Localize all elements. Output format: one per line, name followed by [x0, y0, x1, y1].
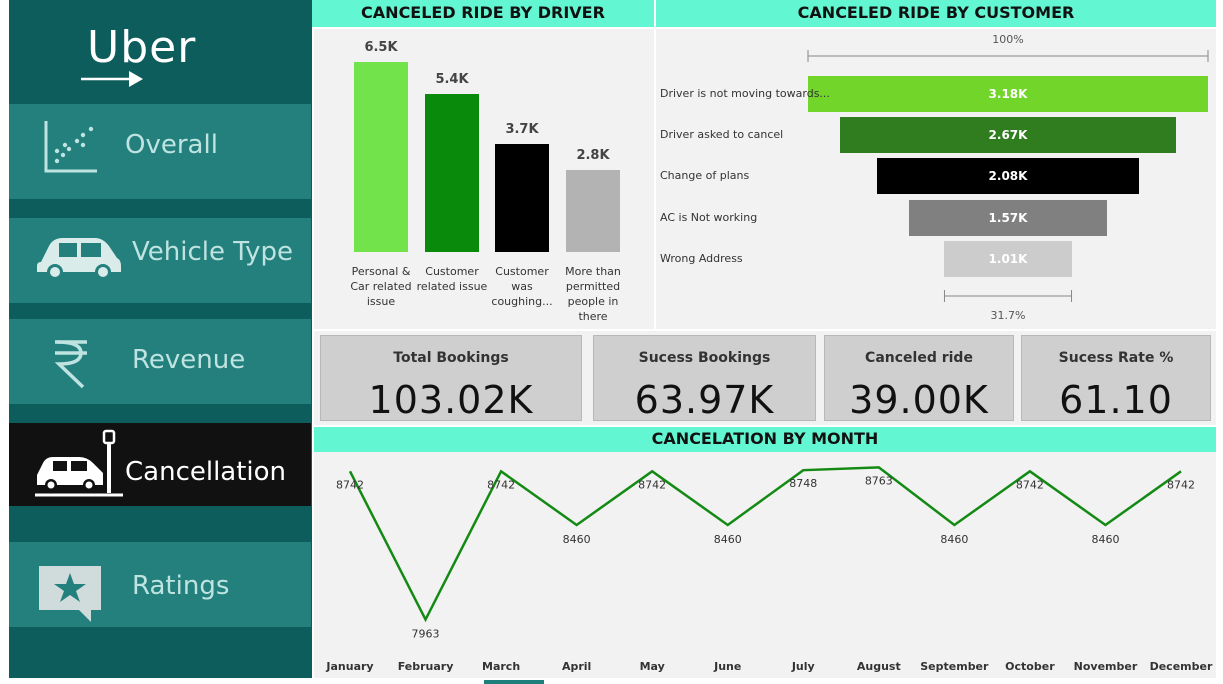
- car-icon: [37, 238, 121, 280]
- driver-bar: [566, 170, 620, 252]
- kpi-total-bookings: Total Bookings 103.02K: [320, 335, 582, 422]
- month-data-label: 8742: [336, 478, 364, 491]
- nav-item-overall[interactable]: Overall: [9, 104, 311, 199]
- driver-bar-category-label: More than permitted people in there: [565, 265, 621, 323]
- scatter-chart-icon: [44, 121, 97, 173]
- kpi-canceled-ride: Canceled ride 39.00K: [824, 335, 1014, 422]
- month-axis-tick-label: January: [325, 660, 373, 673]
- nav-item-ratings[interactable]: Ratings: [9, 542, 311, 627]
- header-canceled-by-customer: CANCELED RIDE BY CUSTOMER: [656, 0, 1216, 27]
- month-data-label: 8742: [1167, 478, 1195, 491]
- arrow-right-icon: [81, 71, 143, 87]
- nav-label-overall: Overall: [125, 130, 218, 160]
- driver-bar: [495, 143, 549, 252]
- sidebar: Uber Overall Vehicle Type Revenue Cancel…: [9, 0, 312, 678]
- rupee-icon: [54, 340, 87, 389]
- kpi-title: Sucess Rate %: [1058, 350, 1174, 366]
- driver-bar-value-label: 2.8K: [576, 148, 610, 164]
- uber-logo: Uber: [9, 0, 312, 100]
- driver-bar-value-label: 5.4K: [435, 72, 469, 88]
- kpi-value: 103.02K: [368, 378, 534, 422]
- month-data-label: 8460: [563, 533, 591, 546]
- logo-text: Uber: [87, 22, 197, 73]
- month-axis-tick-label: June: [713, 660, 741, 673]
- month-axis-tick-label: December: [1150, 660, 1213, 673]
- nav-item-vehicle-type[interactable]: Vehicle Type: [9, 218, 311, 303]
- month-data-label: 8748: [789, 477, 817, 490]
- month-data-label: 8460: [940, 533, 968, 546]
- driver-bar-value-label: 6.5K: [364, 40, 398, 55]
- funnel-bottom-percent: 31.7%: [990, 309, 1026, 322]
- driver-bar-category-label: Customer related issue: [416, 265, 488, 293]
- dashboard: Uber Overall Vehicle Type Revenue Cancel…: [0, 0, 1223, 684]
- month-data-label: 8460: [714, 533, 742, 546]
- star-comment-icon: [39, 566, 101, 622]
- month-data-label: 8460: [1091, 533, 1119, 546]
- kpi-value: 39.00K: [849, 378, 989, 422]
- month-axis-tick-label: November: [1074, 660, 1138, 673]
- header-canceled-by-driver: CANCELED RIDE BY DRIVER: [312, 0, 654, 27]
- month-axis-tick-label: August: [857, 660, 901, 673]
- month-data-label: 8763: [865, 474, 893, 487]
- month-axis-tick-label: September: [920, 660, 989, 673]
- nav-label-vehicle-type: Vehicle Type: [132, 237, 293, 267]
- kpi-title: Canceled ride: [865, 350, 973, 366]
- nav-label-revenue: Revenue: [132, 345, 246, 375]
- kpi-value: 63.97K: [634, 378, 775, 422]
- driver-bar-value-label: 3.7K: [505, 121, 539, 137]
- month-data-label: 8742: [487, 478, 515, 491]
- nav-label-ratings: Ratings: [132, 571, 230, 601]
- page-tab-indicator[interactable]: [484, 680, 544, 684]
- month-line-chart: 8742 January 7963 February 8742 March 8460 Apri…: [325, 466, 1213, 673]
- month-axis-tick-label: May: [640, 660, 665, 673]
- month-axis-tick-label: February: [398, 660, 454, 673]
- month-axis-tick-label: March: [482, 660, 520, 673]
- kpi-success-bookings: Sucess Bookings 63.97K: [593, 335, 816, 422]
- funnel-scale-bracket: [807, 50, 1209, 62]
- driver-bar: [354, 62, 408, 252]
- header-cancelation-by-month: CANCELATION BY MONTH: [314, 427, 1216, 452]
- month-series-line: [348, 466, 1182, 623]
- kpi-title: Total Bookings: [393, 350, 509, 366]
- month-axis-tick-label: October: [1005, 660, 1055, 673]
- nav-item-cancellation[interactable]: Cancellation: [9, 423, 311, 506]
- nav-label-cancellation: Cancellation: [125, 457, 287, 487]
- kpi-title: Sucess Bookings: [638, 350, 771, 366]
- driver-bar-category-label: Personal & Car related issue: [350, 265, 412, 308]
- funnel-scale-bracket: [943, 290, 1073, 302]
- driver-bar-category-label: Customer was coughing...: [491, 265, 553, 308]
- funnel-scale-brackets: [807, 50, 1209, 302]
- month-data-label: 7963: [412, 628, 440, 641]
- car-crash-icon: [35, 429, 123, 497]
- month-axis-tick-label: April: [562, 660, 591, 673]
- kpi-value: 61.10: [1059, 378, 1173, 422]
- month-data-label: 8742: [1016, 478, 1044, 491]
- driver-bar: [425, 94, 479, 252]
- month-axis-tick-label: July: [791, 660, 815, 673]
- kpi-success-rate: Sucess Rate % 61.10: [1021, 335, 1211, 422]
- nav-item-revenue[interactable]: Revenue: [9, 319, 311, 404]
- funnel-top-percent: 100%: [992, 33, 1024, 46]
- month-data-label: 8742: [638, 478, 666, 491]
